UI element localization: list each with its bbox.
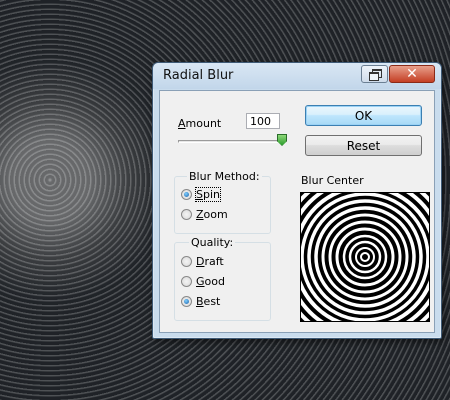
radio-zoom-label[interactable]: Zoom [196, 208, 228, 221]
amount-label: Amount [178, 117, 221, 130]
radio-zoom-indicator[interactable] [181, 209, 192, 220]
amount-slider-thumb[interactable] [277, 134, 287, 146]
blur-center-preview[interactable] [300, 192, 430, 322]
radio-draft-label[interactable]: Draft [196, 255, 224, 268]
radio-draft-indicator[interactable] [181, 256, 192, 267]
radial-blur-dialog: Radial Blur ✕ Amount OK Reset Blur Metho… [152, 62, 442, 339]
radio-draft[interactable]: Draft [181, 255, 224, 268]
amount-slider-track[interactable] [178, 140, 284, 143]
quality-legend: Quality: [189, 236, 236, 249]
radio-best[interactable]: Best [181, 295, 220, 308]
radio-spin-indicator[interactable] [181, 189, 192, 200]
restore-button[interactable] [361, 65, 388, 83]
reset-button[interactable]: Reset [305, 135, 422, 156]
radio-zoom[interactable]: Zoom [181, 208, 228, 221]
close-button[interactable]: ✕ [389, 65, 435, 83]
dialog-title: Radial Blur [163, 68, 234, 83]
amount-label-rest: mount [185, 117, 222, 130]
radio-good-label[interactable]: Good [196, 275, 225, 288]
radio-spin[interactable]: Spin [181, 187, 221, 202]
radio-best-indicator[interactable] [181, 296, 192, 307]
blur-center-label: Blur Center [301, 174, 364, 187]
blur-method-legend: Blur Method: [187, 170, 262, 183]
amount-input[interactable] [246, 113, 280, 129]
radio-good[interactable]: Good [181, 275, 225, 288]
amount-label-access-key: A [178, 117, 186, 130]
close-icon: ✕ [406, 66, 418, 82]
radio-spin-label[interactable]: Spin [195, 187, 221, 202]
dialog-client-area: Amount OK Reset Blur Method: Spin Zoom Q… [159, 90, 435, 333]
restore-icon [368, 69, 382, 81]
title-bar[interactable]: Radial Blur ✕ [153, 63, 441, 89]
blur-method-group: Blur Method: Spin Zoom [174, 170, 271, 234]
radio-good-indicator[interactable] [181, 276, 192, 287]
radio-best-label[interactable]: Best [196, 295, 220, 308]
blur-center-rings-graphic [301, 193, 429, 321]
ok-button[interactable]: OK [305, 105, 422, 126]
quality-group: Quality: Draft Good Best [174, 236, 271, 321]
